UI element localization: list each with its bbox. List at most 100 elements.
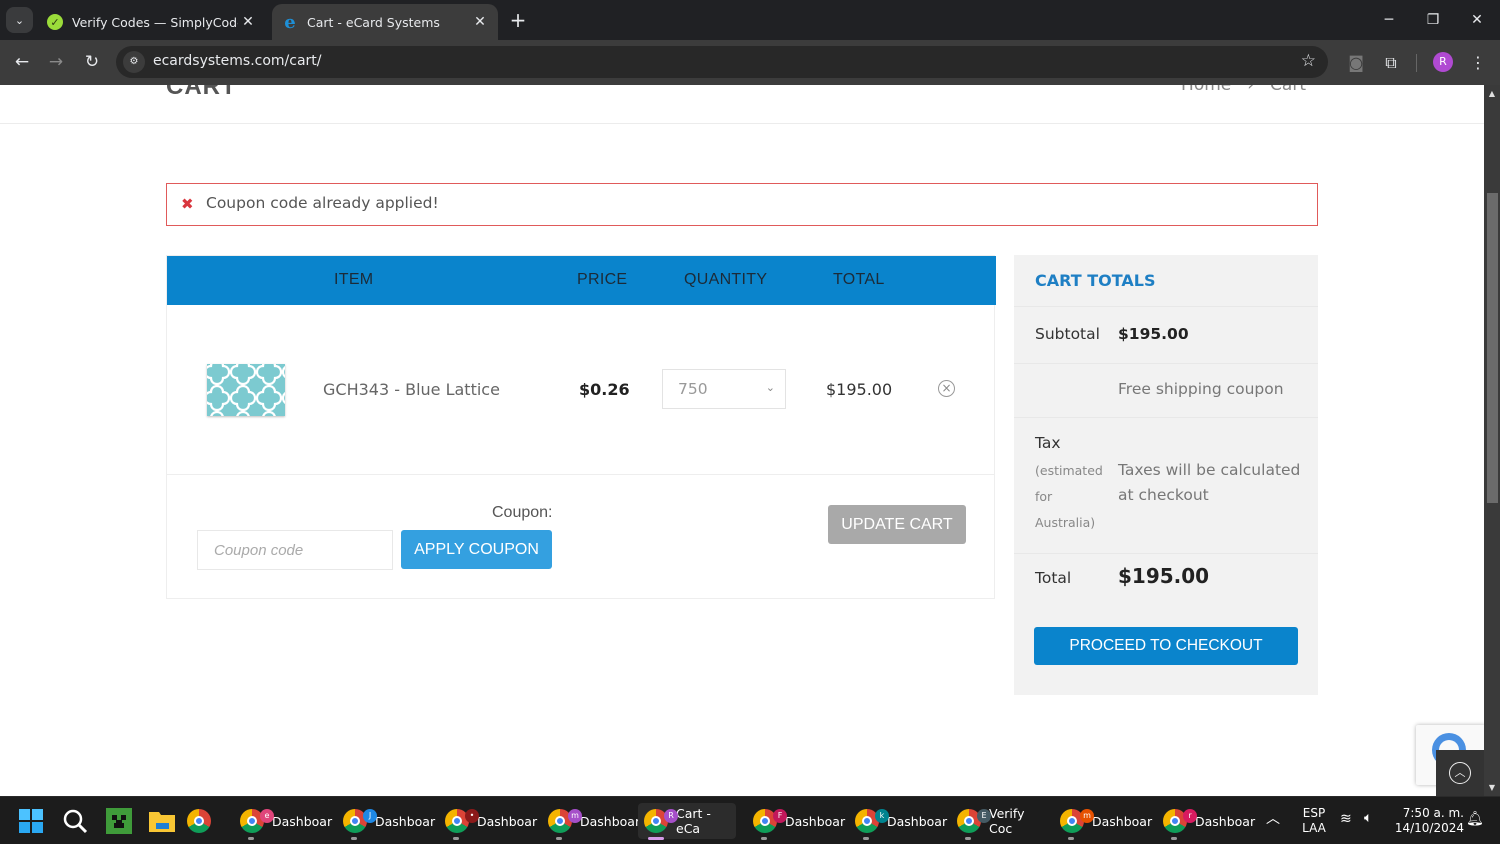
page-content: CART Home › Cart ✖ Coupon code already a… bbox=[0, 85, 1484, 796]
taskbar-app-chrome-profile[interactable]: k Dashboar bbox=[849, 803, 948, 840]
browser-toolbar: ← → ↻ ⚙ ecardsystems.com/cart/ ☆ ◙ ⧉ R ⋮ bbox=[0, 40, 1500, 85]
restore-button[interactable]: ❐ bbox=[1410, 6, 1456, 34]
address-bar[interactable]: ⚙ ecardsystems.com/cart/ ☆ bbox=[116, 46, 1328, 78]
language-indicator[interactable]: ESP LAA bbox=[1298, 806, 1330, 836]
quantity-select[interactable]: 750 ⌄ bbox=[662, 369, 786, 409]
breadcrumb-separator: › bbox=[1247, 85, 1255, 95]
proceed-to-checkout-button[interactable]: PROCEED TO CHECKOUT bbox=[1034, 627, 1298, 665]
running-indicator bbox=[248, 837, 254, 840]
tax-sub-2: for bbox=[1035, 489, 1053, 504]
file-explorer-icon[interactable] bbox=[148, 808, 176, 834]
taskbar-app-label: Dashboar bbox=[580, 813, 641, 829]
minimize-button[interactable]: ─ bbox=[1366, 6, 1412, 34]
coupon-label: Coupon: bbox=[492, 504, 553, 521]
clock[interactable]: 7:50 a. m. 14/10/2024 bbox=[1392, 806, 1464, 836]
taskbar-app-chrome-profile[interactable]: m Dashboar bbox=[542, 803, 641, 840]
taskbar-app-label: Dashboar bbox=[477, 813, 538, 829]
scroll-up-arrow[interactable]: ▲ bbox=[1484, 89, 1500, 98]
line-total: $195.00 bbox=[826, 380, 893, 399]
taskbar-app-chrome-profile[interactable]: F Dashboar bbox=[747, 803, 845, 840]
cart-totals-panel: CART TOTALS Subtotal $195.00 Free shippi… bbox=[1014, 255, 1318, 695]
product-thumbnail[interactable] bbox=[207, 364, 285, 416]
taskbar-app-label: Verify Coc bbox=[989, 806, 1025, 836]
tax-row: Tax (estimated for Australia) Taxes will… bbox=[1014, 417, 1318, 553]
toolbar-divider bbox=[1416, 54, 1417, 72]
page-scrollbar[interactable]: ▲ ▼ bbox=[1484, 85, 1500, 796]
taskbar-app-label: Cart - eCa bbox=[676, 806, 711, 836]
taskbar-app-label: Dashboar bbox=[1195, 813, 1256, 829]
cart-totals-heading: CART TOTALS bbox=[1035, 271, 1156, 290]
scroll-down-arrow[interactable]: ▼ bbox=[1484, 783, 1500, 792]
back-to-top-button[interactable]: ︿ bbox=[1436, 750, 1484, 796]
total-row: Total $195.00 bbox=[1014, 553, 1318, 607]
product-name[interactable]: GCH343 - Blue Lattice bbox=[323, 380, 500, 399]
remove-item-icon[interactable]: × bbox=[938, 380, 955, 397]
taskbar-app-chrome-profile[interactable]: e Dashboar bbox=[234, 803, 332, 840]
column-header-total: TOTAL bbox=[833, 271, 885, 288]
taskbar-app-chrome-profile[interactable]: J Dashboar bbox=[337, 803, 435, 840]
page-title: CART bbox=[166, 85, 237, 100]
taskbar-app-chrome-profile[interactable]: R Cart - eCa bbox=[638, 803, 736, 840]
error-message: Coupon code already applied! bbox=[206, 194, 439, 212]
tab-cart[interactable]: e Cart - eCard Systems ✕ bbox=[272, 4, 498, 40]
subtotal-value: $195.00 bbox=[1118, 325, 1189, 343]
chrome-icon: m bbox=[548, 809, 582, 833]
chrome-icon[interactable] bbox=[187, 809, 211, 833]
shipping-note: Free shipping coupon bbox=[1118, 380, 1284, 398]
tax-sub-3: Australia) bbox=[1035, 515, 1096, 530]
notification-bell-icon[interactable]: 🔔︎ bbox=[1466, 812, 1484, 827]
wifi-icon[interactable]: ≋ bbox=[1340, 812, 1352, 827]
chevron-down-icon: ⌄ bbox=[14, 13, 25, 27]
extension-robot-icon[interactable]: ◙ bbox=[1345, 52, 1367, 74]
update-cart-button[interactable]: UPDATE CART bbox=[828, 505, 966, 544]
column-header-item: ITEM bbox=[334, 271, 374, 288]
tab-search-button[interactable]: ⌄ bbox=[6, 7, 33, 33]
taskbar-app-label: Dashboar bbox=[887, 813, 948, 829]
running-indicator bbox=[761, 837, 767, 840]
chrome-icon: r bbox=[1163, 809, 1197, 833]
error-x-icon: ✖ bbox=[181, 195, 194, 213]
taskbar-app-chrome-profile[interactable]: r Dashboar bbox=[1157, 803, 1256, 840]
forward-button[interactable]: → bbox=[44, 50, 68, 74]
search-icon[interactable] bbox=[62, 808, 88, 834]
cart-table-header: ITEM PRICE QUANTITY TOTAL bbox=[167, 256, 996, 305]
close-tab-icon[interactable]: ✕ bbox=[470, 14, 490, 30]
breadcrumb-home[interactable]: Home bbox=[1181, 85, 1231, 95]
tax-label: Tax bbox=[1035, 434, 1061, 452]
error-notice: ✖ Coupon code already applied! bbox=[166, 183, 1318, 226]
running-indicator bbox=[863, 837, 869, 840]
close-window-button[interactable]: ✕ bbox=[1454, 6, 1500, 34]
column-header-quantity: QUANTITY bbox=[684, 271, 768, 288]
volume-icon[interactable]: 🔈︎ bbox=[1364, 811, 1372, 826]
total-value: $195.00 bbox=[1118, 564, 1210, 588]
extensions-puzzle-icon[interactable]: ⧉ bbox=[1380, 52, 1402, 74]
taskbar-app-chrome-profile[interactable]: E Verify Coc bbox=[951, 803, 1047, 840]
coupon-code-input[interactable] bbox=[197, 530, 393, 570]
bookmark-star-icon[interactable]: ☆ bbox=[1301, 51, 1316, 71]
scrollbar-thumb[interactable] bbox=[1487, 193, 1498, 503]
back-button[interactable]: ← bbox=[10, 50, 34, 74]
menu-kebab-icon[interactable]: ⋮ bbox=[1467, 52, 1489, 74]
minecraft-icon[interactable] bbox=[106, 808, 132, 834]
site-info-icon[interactable]: ⚙ bbox=[123, 51, 145, 73]
page-header: CART Home › Cart bbox=[0, 85, 1484, 124]
windows-start-icon[interactable] bbox=[18, 808, 44, 834]
taskbar-app-chrome-profile[interactable]: m Dashboar bbox=[1054, 803, 1152, 840]
chrome-icon: • bbox=[445, 809, 479, 833]
close-tab-icon[interactable]: ✕ bbox=[238, 14, 258, 30]
chrome-icon: m bbox=[1060, 809, 1094, 833]
show-hidden-icons-chevron[interactable]: ︿ bbox=[1266, 812, 1280, 827]
cart-item-row: GCH343 - Blue Lattice $0.26 750 ⌄ $195.0… bbox=[167, 305, 994, 475]
profile-avatar[interactable]: R bbox=[1433, 52, 1453, 72]
profile-badge: e bbox=[260, 809, 274, 823]
breadcrumb-current: Cart bbox=[1270, 85, 1306, 95]
reload-button[interactable]: ↻ bbox=[80, 50, 104, 74]
ecard-e-icon: e bbox=[284, 11, 296, 33]
tab-verify-codes[interactable]: ✓ Verify Codes — SimplyCodes ✕ bbox=[38, 4, 266, 40]
chevron-down-icon: ⌄ bbox=[765, 381, 775, 394]
taskbar-app-chrome-profile[interactable]: • Dashboar bbox=[439, 803, 538, 840]
new-tab-button[interactable]: + bbox=[506, 8, 530, 32]
url-text[interactable]: ecardsystems.com/cart/ bbox=[153, 53, 322, 69]
apply-coupon-button[interactable]: APPLY COUPON bbox=[401, 530, 552, 569]
running-indicator bbox=[648, 837, 664, 840]
